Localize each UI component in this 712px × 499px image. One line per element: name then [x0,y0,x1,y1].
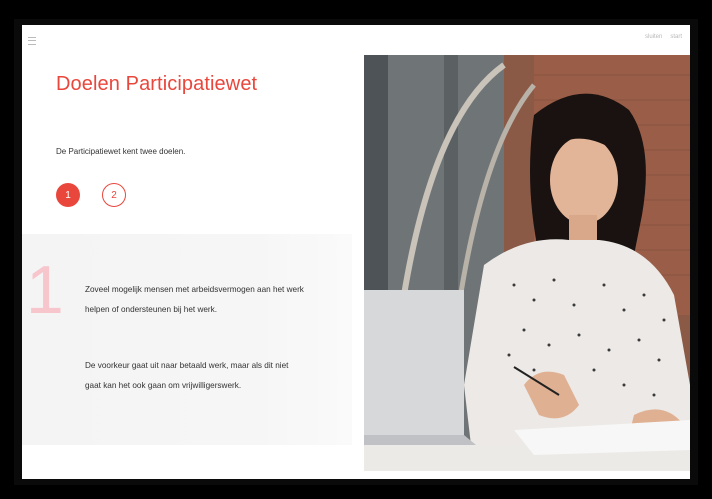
panel-number: 1 [26,252,64,328]
intro-text: De Participatiewet kent twee doelen. [56,147,186,156]
top-nav: sluiten start [645,34,682,40]
nav-link-start[interactable]: start [670,34,682,40]
step-label: 1 [65,189,71,201]
slide: sluiten start Doelen Participatiewet De … [22,25,690,479]
step-button-2[interactable]: 2 [102,183,126,207]
page-title: Doelen Participatiewet [56,73,258,95]
panel-paragraph-2: De voorkeur gaat uit naar betaald werk, … [85,361,289,390]
woman-laptop-photo [364,55,690,471]
panel-paragraph-1: Zoveel mogelijk mensen met arbeidsvermog… [85,285,304,314]
menu-icon[interactable] [28,37,36,45]
step-button-1[interactable]: 1 [56,183,80,207]
screen-frame: sluiten start Doelen Participatiewet De … [14,19,698,485]
step-label: 2 [111,189,117,201]
nav-link-close[interactable]: sluiten [645,34,662,40]
content-panel: 1 Zoveel mogelijk mensen met arbeidsverm… [22,234,352,445]
